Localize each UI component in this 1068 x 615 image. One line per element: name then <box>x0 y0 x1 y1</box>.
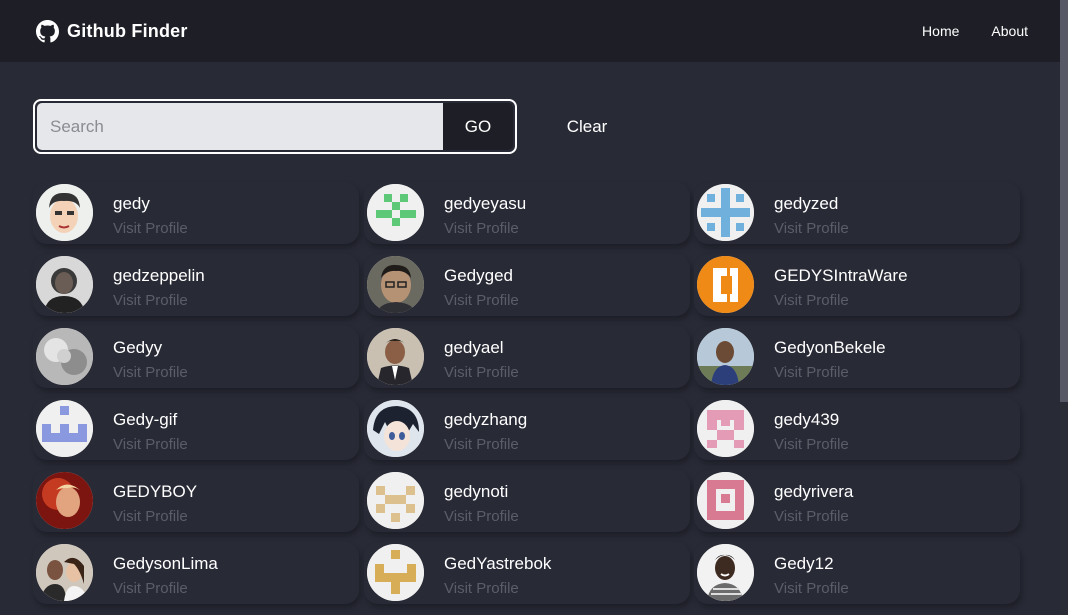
visit-profile-link[interactable]: Visit Profile <box>113 508 188 525</box>
visit-profile-link[interactable]: Visit Profile <box>774 580 849 597</box>
avatar <box>367 256 424 313</box>
visit-profile-link[interactable]: Visit Profile <box>113 292 188 309</box>
visit-profile-link[interactable]: Visit Profile <box>444 292 519 309</box>
avatar <box>36 400 93 457</box>
user-card[interactable]: Gedyy Visit Profile <box>33 326 359 388</box>
go-button[interactable]: GO <box>443 103 513 150</box>
visit-profile-link[interactable]: Visit Profile <box>444 580 519 597</box>
avatar <box>697 184 754 241</box>
user-card[interactable]: gedy439 Visit Profile <box>694 398 1020 460</box>
user-card[interactable]: GedysonLima Visit Profile <box>33 542 359 604</box>
visit-profile-link[interactable]: Visit Profile <box>113 436 188 453</box>
visit-profile-link[interactable]: Visit Profile <box>113 580 188 597</box>
user-login: gedyzhang <box>444 410 528 429</box>
user-card[interactable]: gedyzed Visit Profile <box>694 182 1020 244</box>
nav-links: Home About <box>922 23 1028 39</box>
avatar <box>367 328 424 385</box>
user-login: gedyrivera <box>774 482 854 501</box>
avatar <box>697 256 754 313</box>
navbar: Github Finder Home About <box>0 0 1060 62</box>
user-card[interactable]: GedyonBekele Visit Profile <box>694 326 1020 388</box>
scrollbar-thumb[interactable] <box>1060 0 1068 402</box>
user-login: gedy439 <box>774 410 840 429</box>
avatar <box>367 184 424 241</box>
avatar <box>36 544 93 601</box>
visit-profile-link[interactable]: Visit Profile <box>774 364 849 381</box>
user-login: GedyonBekele <box>774 338 886 357</box>
avatar <box>697 400 754 457</box>
visit-profile-link[interactable]: Visit Profile <box>444 436 519 453</box>
user-card[interactable]: GEDYSIntraWare Visit Profile <box>694 254 1020 316</box>
avatar <box>697 544 754 601</box>
user-card[interactable]: GEDYBOY Visit Profile <box>33 470 359 532</box>
visit-profile-link[interactable]: Visit Profile <box>774 436 849 453</box>
clear-button[interactable]: Clear <box>548 113 626 141</box>
avatar <box>367 400 424 457</box>
github-icon <box>36 19 59 43</box>
nav-link-home[interactable]: Home <box>922 23 959 39</box>
avatar <box>697 328 754 385</box>
nav-link-about[interactable]: About <box>991 23 1028 39</box>
user-card[interactable]: gedzeppelin Visit Profile <box>33 254 359 316</box>
user-card[interactable]: Gedyged Visit Profile <box>364 254 690 316</box>
user-login: gedyzed <box>774 194 839 213</box>
visit-profile-link[interactable]: Visit Profile <box>113 364 188 381</box>
visit-profile-link[interactable]: Visit Profile <box>444 364 519 381</box>
avatar <box>36 256 93 313</box>
visit-profile-link[interactable]: Visit Profile <box>444 220 519 237</box>
user-card[interactable]: GedYastrebok Visit Profile <box>364 542 690 604</box>
visit-profile-link[interactable]: Visit Profile <box>774 220 849 237</box>
user-card[interactable]: gedyzhang Visit Profile <box>364 398 690 460</box>
user-login: Gedy-gif <box>113 410 178 429</box>
user-login: Gedy12 <box>774 554 834 573</box>
user-login: GedysonLima <box>113 554 218 573</box>
avatar <box>367 472 424 529</box>
user-login: gedy <box>113 194 150 213</box>
avatar <box>36 472 93 529</box>
user-card[interactable]: Gedy-gif Visit Profile <box>33 398 359 460</box>
user-login: gedyeyasu <box>444 194 527 213</box>
user-login: GEDYSIntraWare <box>774 266 908 285</box>
avatar <box>697 472 754 529</box>
user-card[interactable]: gedyrivera Visit Profile <box>694 470 1020 532</box>
user-login: gedyael <box>444 338 504 357</box>
avatar <box>367 544 424 601</box>
user-login: GEDYBOY <box>113 482 198 501</box>
visit-profile-link[interactable]: Visit Profile <box>774 292 849 309</box>
user-card[interactable]: gedynoti Visit Profile <box>364 470 690 532</box>
brand[interactable]: Github Finder <box>36 19 188 43</box>
visit-profile-link[interactable]: Visit Profile <box>113 220 188 237</box>
user-login: Gedyy <box>113 338 163 357</box>
app-title: Github Finder <box>67 20 188 41</box>
user-card[interactable]: gedyeyasu Visit Profile <box>364 182 690 244</box>
visit-profile-link[interactable]: Visit Profile <box>444 508 519 525</box>
user-login: GedYastrebok <box>444 554 552 573</box>
visit-profile-link[interactable]: Visit Profile <box>774 508 849 525</box>
user-login: Gedyged <box>444 266 513 285</box>
user-card[interactable]: gedy Visit Profile <box>33 182 359 244</box>
user-login: gedynoti <box>444 482 509 501</box>
user-login: gedzeppelin <box>113 266 205 285</box>
search-form: GO <box>33 99 517 154</box>
search-input[interactable] <box>37 103 443 150</box>
avatar <box>36 184 93 241</box>
avatar <box>36 328 93 385</box>
user-card[interactable]: gedyael Visit Profile <box>364 326 690 388</box>
page-scrollbar[interactable] <box>1060 0 1068 615</box>
user-card[interactable]: Gedy12 Visit Profile <box>694 542 1020 604</box>
